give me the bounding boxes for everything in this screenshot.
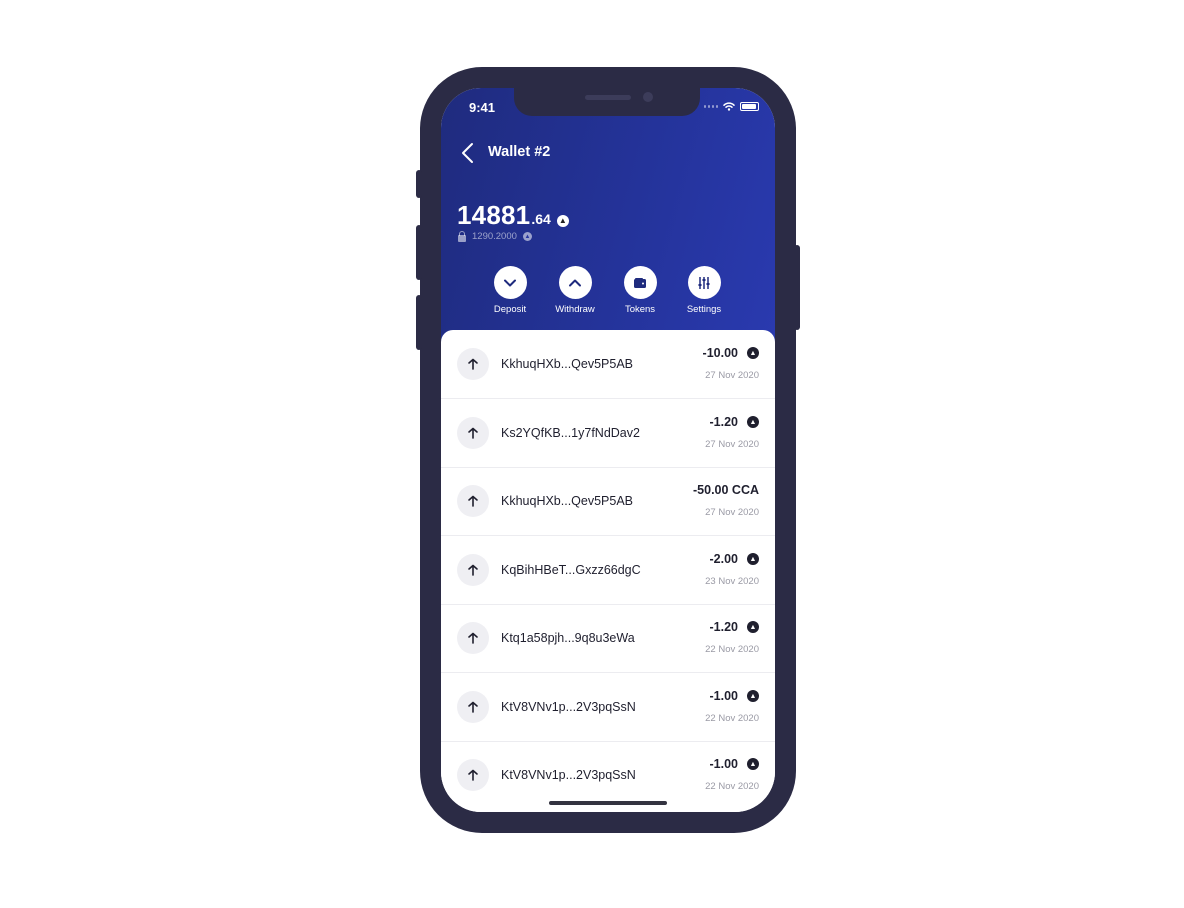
transaction-row[interactable]: KkhuqHXb...Qev5P5AB -50.00 CCA 27 Nov 20… — [441, 467, 775, 536]
sliders-icon — [698, 276, 710, 289]
transaction-address: KtV8VNv1p...2V3pqSsN — [501, 768, 636, 782]
coin-icon: ▲ — [747, 690, 759, 702]
arrow-up-icon — [457, 348, 489, 380]
settings-button[interactable]: Settings — [672, 266, 736, 315]
transaction-date: 23 Nov 2020 — [705, 576, 759, 587]
transaction-amount: -50.00 CCA — [693, 483, 759, 497]
wallet-icon — [634, 277, 646, 288]
coin-icon: ▲ — [747, 347, 759, 359]
wallet-header: 9:41 Wallet #2 14881 .64 ▲ 1290.2000 ▲ D… — [441, 88, 775, 368]
lock-icon — [458, 230, 466, 242]
amount-value: -1.00 — [709, 689, 739, 703]
withdraw-label: Withdraw — [555, 304, 595, 315]
camera — [643, 92, 653, 102]
amount-value: -1.20 — [709, 620, 739, 634]
transaction-list: KkhuqHXb...Qev5P5AB -10.00 ▲ 27 Nov 2020… — [441, 330, 775, 812]
transaction-row[interactable]: KtV8VNv1p...2V3pqSsN -1.00 ▲ 22 Nov 2020 — [441, 741, 775, 809]
transaction-amount: -10.00 ▲ — [703, 346, 759, 360]
amount-value: -1.20 — [709, 415, 739, 429]
transaction-amount: -2.00 ▲ — [709, 552, 759, 566]
signal-icon — [704, 105, 718, 108]
arrow-up-icon — [457, 622, 489, 654]
transaction-address: Ks2YQfKB...1y7fNdDav2 — [501, 426, 640, 440]
arrow-up-icon — [457, 485, 489, 517]
arrow-up-icon — [457, 759, 489, 791]
transaction-row[interactable]: KkhuqHXb...Qev5P5AB -10.00 ▲ 27 Nov 2020 — [441, 330, 775, 399]
transaction-amount: -1.00 ▲ — [709, 689, 759, 703]
transaction-address: Ktq1a58pjh...9q8u3eWa — [501, 631, 635, 645]
speaker — [585, 95, 631, 100]
side-button-power — [794, 245, 800, 330]
transaction-date: 22 Nov 2020 — [705, 781, 759, 792]
locked-amount: 1290.2000 — [472, 231, 517, 242]
page-title: Wallet #2 — [488, 144, 551, 160]
withdraw-icon-circle — [558, 266, 592, 299]
transaction-address: KkhuqHXb...Qev5P5AB — [501, 357, 634, 371]
notch — [514, 88, 700, 116]
amount-value: -1.00 — [709, 757, 739, 771]
back-button[interactable] — [459, 142, 479, 164]
chevron-down-icon — [504, 279, 516, 286]
chevron-up-icon — [569, 279, 581, 286]
battery-icon — [740, 102, 759, 111]
amount-value: -2.00 — [709, 552, 739, 566]
transaction-amount: -1.20 ▲ — [709, 620, 759, 634]
coin-icon: ▲ — [747, 621, 759, 633]
withdraw-button[interactable]: Withdraw — [543, 266, 607, 315]
deposit-button[interactable]: Deposit — [478, 266, 542, 315]
balance-decimal: .64 — [531, 211, 551, 227]
transaction-amount: -1.20 ▲ — [709, 415, 759, 429]
wifi-icon — [723, 102, 735, 111]
transaction-address: KtV8VNv1p...2V3pqSsN — [501, 700, 636, 714]
transaction-amount: -1.00 ▲ — [709, 757, 759, 771]
transaction-date: 27 Nov 2020 — [705, 370, 759, 381]
transaction-row[interactable]: Ks2YQfKB...1y7fNdDav2 -1.20 ▲ 27 Nov 202… — [441, 399, 775, 468]
tokens-button[interactable]: Tokens — [608, 266, 672, 315]
chevron-left-icon — [462, 143, 473, 163]
coin-icon: ▲ — [747, 553, 759, 565]
tokens-label: Tokens — [624, 304, 656, 315]
transaction-address: KqBihHBeT...Gxzz66dgC — [501, 563, 641, 577]
balance-integer: 14881 — [457, 200, 531, 230]
arrow-up-icon — [457, 554, 489, 586]
status-time: 9:41 — [469, 100, 496, 115]
transaction-date: 27 Nov 2020 — [705, 507, 759, 518]
status-icons — [704, 102, 759, 111]
side-button-mute — [416, 170, 422, 198]
phone-screen: 9:41 Wallet #2 14881 .64 ▲ 1290.2000 ▲ D… — [441, 88, 775, 812]
tokens-icon-circle — [623, 266, 657, 299]
transaction-row[interactable]: Ktq1a58pjh...9q8u3eWa -1.20 ▲ 22 Nov 202… — [441, 604, 775, 673]
transaction-date: 22 Nov 2020 — [705, 713, 759, 724]
home-indicator[interactable] — [549, 801, 667, 805]
wallet-balance: 14881 .64 ▲ — [457, 200, 569, 231]
transaction-row[interactable]: KtV8VNv1p...2V3pqSsN -1.00 ▲ 22 Nov 2020 — [441, 673, 775, 742]
locked-balance: 1290.2000 ▲ — [458, 230, 532, 242]
deposit-icon-circle — [493, 266, 527, 299]
settings-label: Settings — [686, 304, 722, 315]
transaction-row[interactable]: KqBihHBeT...Gxzz66dgC -2.00 ▲ 23 Nov 202… — [441, 536, 775, 605]
settings-icon-circle — [687, 266, 721, 299]
arrow-up-icon — [457, 691, 489, 723]
amount-value: -50.00 CCA — [693, 483, 759, 497]
side-button-volume-up — [416, 225, 422, 280]
arrow-up-icon — [457, 417, 489, 449]
coin-icon: ▲ — [747, 416, 759, 428]
coin-icon: ▲ — [522, 232, 532, 241]
transaction-address: KkhuqHXb...Qev5P5AB — [501, 494, 634, 508]
transaction-date: 27 Nov 2020 — [705, 439, 759, 450]
transaction-date: 22 Nov 2020 — [705, 644, 759, 655]
deposit-label: Deposit — [493, 304, 527, 315]
side-button-volume-down — [416, 295, 422, 350]
coin-icon: ▲ — [747, 758, 759, 770]
amount-value: -10.00 — [702, 346, 738, 360]
coin-icon: ▲ — [556, 214, 569, 227]
